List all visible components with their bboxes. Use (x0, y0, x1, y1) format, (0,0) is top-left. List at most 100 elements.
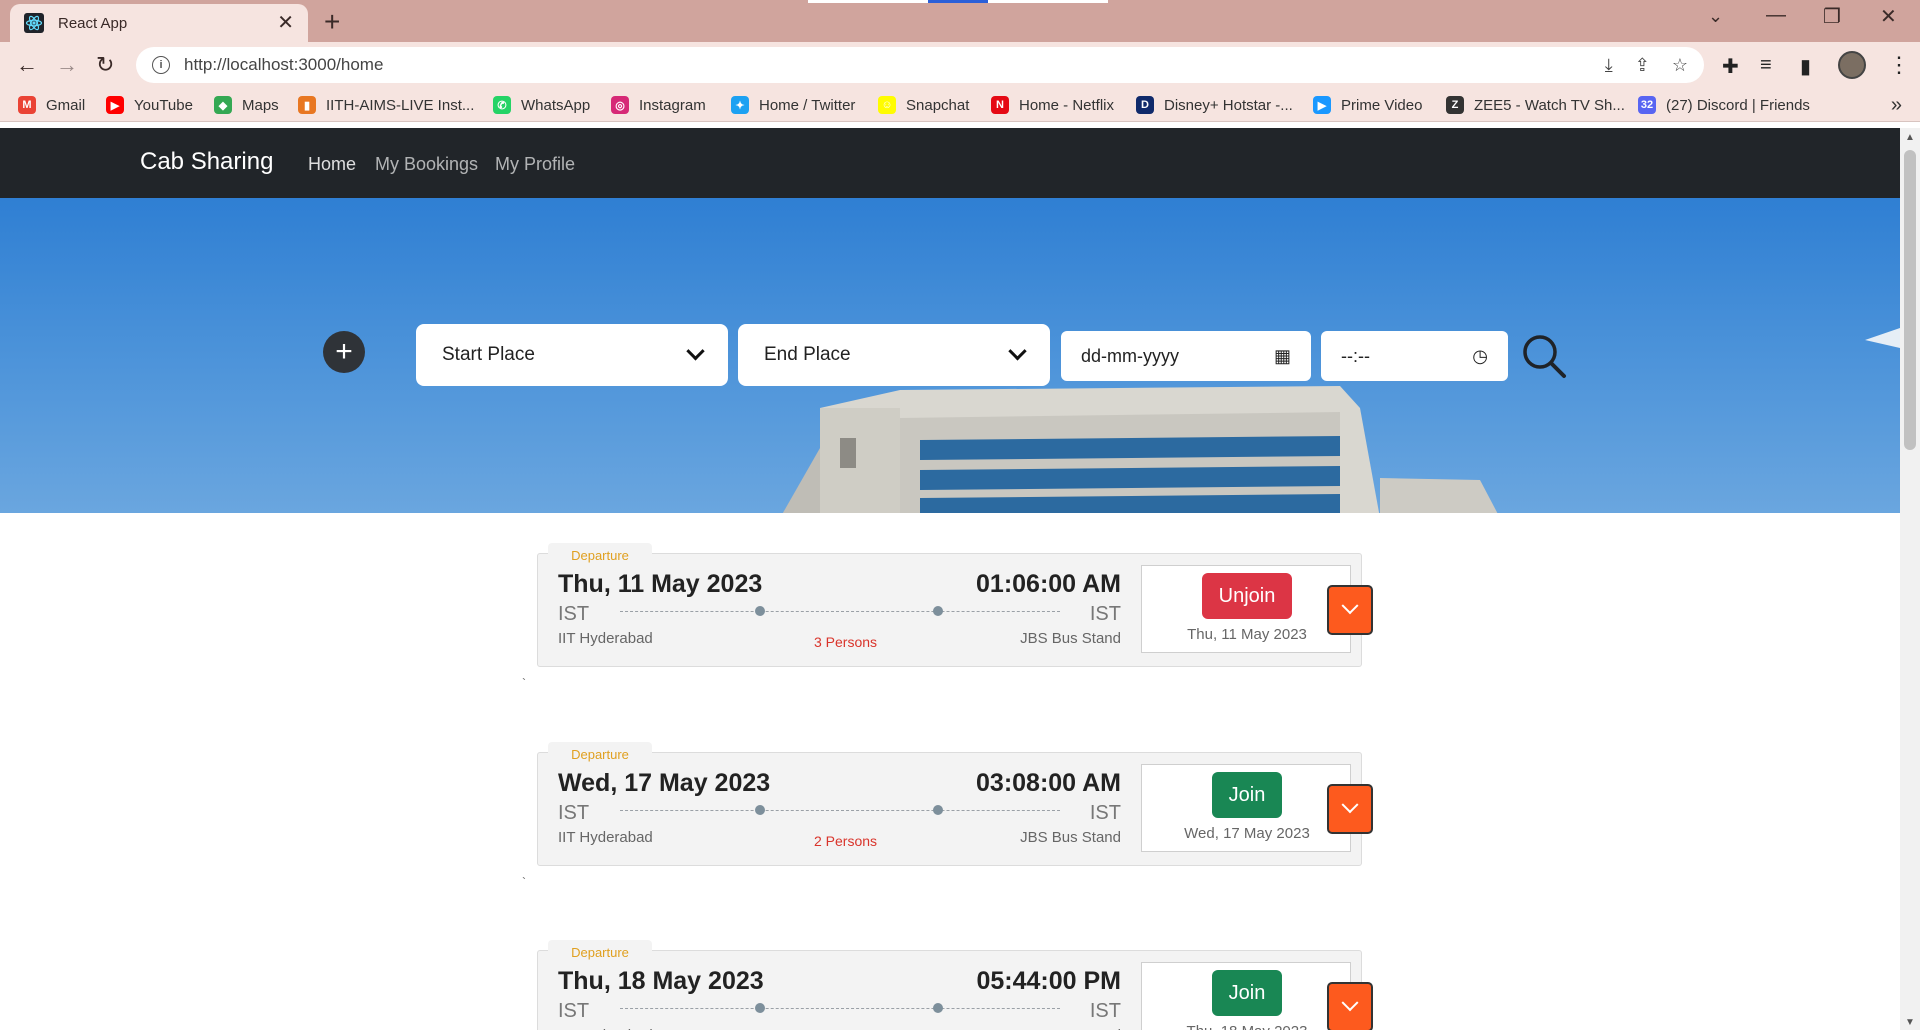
brand-logo-text[interactable]: Cab Sharing (140, 148, 273, 176)
end-place-select[interactable]: End Place (738, 324, 1050, 386)
calendar-icon[interactable]: ▦ (1274, 346, 1291, 367)
bookmark-label: Home / Twitter (759, 96, 856, 114)
profile-avatar[interactable] (1838, 51, 1866, 79)
tab-close-icon[interactable]: ✕ (277, 13, 294, 33)
back-arrow-icon[interactable]: ← (16, 51, 38, 79)
react-icon (24, 13, 44, 33)
airplane-image (1865, 328, 1900, 348)
bookmark-youtube[interactable]: ▶ YouTube (106, 96, 193, 114)
maps-icon: ◆ (214, 96, 232, 114)
new-tab-button[interactable]: + (324, 6, 340, 38)
persons-count: 3 Persons (814, 634, 878, 650)
persons-count: 2 Persons (814, 833, 878, 849)
unjoin-button[interactable]: Unjoin (1202, 573, 1292, 619)
route-dot (933, 1003, 943, 1013)
youtube-icon: ▶ (106, 96, 124, 114)
start-place: IIT Hyderabad (558, 630, 653, 647)
action-box: Join Thu, 18 May 2023 (1141, 962, 1351, 1030)
end-place: JBS Bus Stand (1020, 630, 1121, 647)
site-info-icon[interactable]: i (152, 56, 170, 74)
bookmark-primevideo[interactable]: ▶ Prime Video (1313, 96, 1422, 114)
time-placeholder: --:-- (1341, 345, 1370, 366)
app-navbar: Cab Sharing Home My Bookings My Profile (0, 128, 1900, 198)
stray-mark: ` (522, 875, 526, 889)
bookmarks-overflow-icon[interactable]: » (1891, 94, 1902, 117)
media-queue-icon[interactable]: ≡ (1760, 54, 1772, 77)
bookmark-discord[interactable]: 32 (27) Discord | Friends (1638, 96, 1810, 114)
ride-date: Thu, 18 May 2023 (558, 967, 764, 995)
bookmark-gmail[interactable]: M Gmail (18, 96, 85, 114)
action-date: Thu, 11 May 2023 (1187, 626, 1307, 643)
address-bar[interactable]: i http://localhost:3000/home ⤓ ⇪ ☆ (136, 47, 1704, 83)
ride-date: Thu, 11 May 2023 (558, 570, 763, 598)
action-date: Wed, 17 May 2023 (1184, 825, 1310, 842)
zee5-icon: Z (1446, 96, 1464, 114)
nav-home-link[interactable]: Home (308, 154, 356, 175)
add-ride-button[interactable]: + (323, 331, 365, 373)
page-scrollbar[interactable]: ▲ ▼ (1900, 128, 1920, 1030)
close-window-button[interactable]: ✕ (1880, 4, 1897, 29)
start-place: IIT Hyderabad (558, 829, 653, 846)
menu-kebab-icon[interactable]: ⋮ (1888, 52, 1910, 78)
nav-my-profile-link[interactable]: My Profile (495, 154, 575, 175)
date-input[interactable]: dd-mm-yyyy ▦ (1061, 331, 1311, 381)
chevron-down-icon (1341, 796, 1359, 814)
bookmark-snapchat[interactable]: ☺ Snapchat (878, 96, 969, 114)
action-date: Thu, 18 May 2023 (1142, 1023, 1352, 1030)
route-line (620, 1008, 1060, 1009)
bookmark-netflix[interactable]: N Home - Netflix (991, 96, 1114, 114)
search-icon[interactable] (1520, 332, 1568, 380)
bookmark-hotstar[interactable]: D Disney+ Hotstar -... (1136, 96, 1293, 114)
scroll-down-icon[interactable]: ▼ (1905, 1017, 1915, 1028)
end-place-label: End Place (764, 344, 851, 365)
minimize-button[interactable]: — (1766, 4, 1786, 27)
forward-arrow-icon[interactable]: → (56, 51, 78, 79)
install-icon[interactable]: ⤓ (1605, 55, 1613, 76)
browser-tab-bar: React App ✕ + ⌄ — ❐ ✕ (0, 0, 1920, 42)
browser-tab[interactable]: React App ✕ (10, 4, 308, 42)
route-dot (755, 606, 765, 616)
bookmark-twitter[interactable]: ✦ Home / Twitter (731, 96, 855, 114)
clock-icon[interactable]: ◷ (1472, 346, 1488, 367)
bookmark-label: Prime Video (1341, 96, 1423, 114)
timezone-from: IST (558, 603, 590, 625)
url-text[interactable]: http://localhost:3000/home (184, 55, 1583, 75)
scroll-up-icon[interactable]: ▲ (1905, 132, 1915, 143)
date-placeholder: dd-mm-yyyy (1081, 345, 1179, 366)
join-button[interactable]: Join (1212, 970, 1282, 1016)
start-place-select[interactable]: Start Place (416, 324, 728, 386)
bookmark-label: Gmail (46, 96, 86, 114)
bookmark-maps[interactable]: ◆ Maps (214, 96, 279, 114)
time-input[interactable]: --:-- ◷ (1321, 331, 1508, 381)
route-dot (933, 805, 943, 815)
reload-icon[interactable]: ↻ (96, 51, 114, 79)
bookmark-instagram[interactable]: ◎ Instagram (611, 96, 706, 114)
bookmark-label: IITH-AIMS-LIVE Inst... (326, 96, 475, 114)
ride-card: Departure Wed, 17 May 2023 03:08:00 AM IST I… (537, 742, 1362, 866)
side-panel-icon[interactable]: ▮ (1800, 54, 1811, 79)
bookmark-zee5[interactable]: Z ZEE5 - Watch TV Sh... (1446, 96, 1625, 114)
timezone-to: IST (1089, 1000, 1121, 1022)
join-button[interactable]: Join (1212, 772, 1282, 818)
chevron-down-icon (1341, 994, 1359, 1012)
stray-mark: ` (522, 676, 526, 690)
bookmark-aims[interactable]: ▮ IITH-AIMS-LIVE Inst... (298, 96, 474, 114)
building-background-image (782, 386, 1498, 513)
extensions-puzzle-icon[interactable]: ✚ (1722, 54, 1739, 79)
bookmark-whatsapp[interactable]: ✆ WhatsApp (493, 96, 590, 114)
maximize-button[interactable]: ❐ (1823, 4, 1841, 29)
bookmark-star-icon[interactable]: ☆ (1672, 55, 1688, 76)
nav-my-bookings-link[interactable]: My Bookings (375, 154, 478, 175)
route-dot (755, 805, 765, 815)
expand-ride-button[interactable] (1327, 585, 1373, 635)
taskbar-strip (988, 0, 1108, 3)
chevron-down-icon (1341, 597, 1359, 615)
scrollbar-thumb[interactable] (1904, 150, 1916, 450)
expand-ride-button[interactable] (1327, 784, 1373, 834)
instagram-icon: ◎ (611, 96, 629, 114)
whatsapp-icon: ✆ (493, 96, 511, 114)
ride-card: Departure Thu, 18 May 2023 05:44:00 PM IST I… (537, 940, 1362, 1030)
share-icon[interactable]: ⇪ (1635, 55, 1650, 76)
expand-ride-button[interactable] (1327, 982, 1373, 1030)
tab-search-chevron-icon[interactable]: ⌄ (1708, 6, 1723, 27)
